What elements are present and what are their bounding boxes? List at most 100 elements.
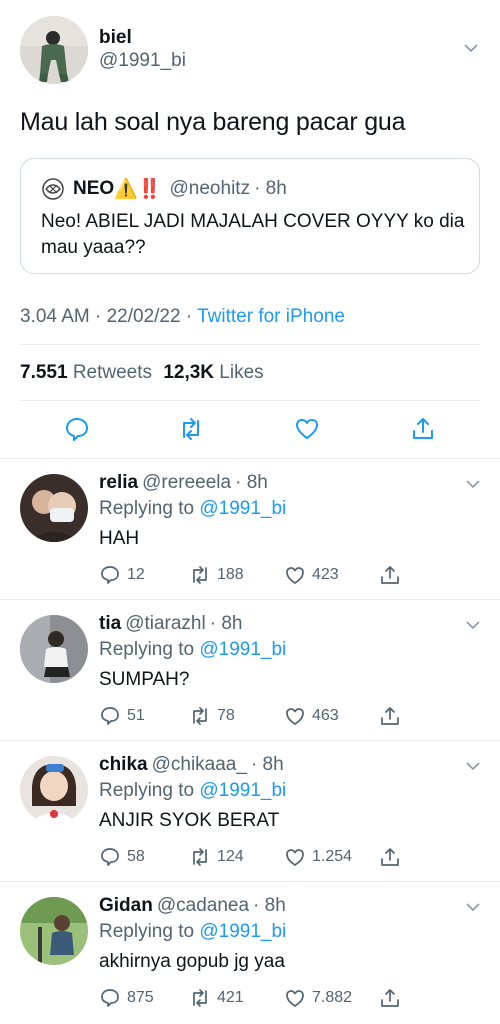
retweet-icon [193,848,207,866]
quoted-tweet[interactable]: NEO ⚠️‼️ @neohitz · 8h Neo! ABIEL JADI M… [20,158,480,274]
retweet-count: 124 [217,848,244,865]
replying-to-link[interactable]: @1991_bi [199,498,286,519]
reply-time: · 8h [235,472,268,493]
reply-time: · 8h [250,754,284,775]
likes-count[interactable]: 12,3K [163,362,214,383]
reply-icon [101,989,119,1007]
chevron-down-icon[interactable] [466,480,480,494]
share-icon [381,848,399,866]
retweet-button[interactable]: 78 [189,705,235,727]
author-handle[interactable]: @1991_bi [99,50,186,72]
retweets-label[interactable]: Retweets [73,362,152,383]
retweet-icon [193,707,207,725]
quote-avatar [41,178,65,200]
replying-label: Replying to [99,780,200,801]
like-count: 423 [312,566,339,583]
replying-to-link[interactable]: @1991_bi [199,780,286,801]
reply-tweet[interactable]: tia @tiarazhl · 8h Replying to @1991_bi SU… [0,599,500,740]
author-name[interactable]: biel [99,27,132,49]
like-icon[interactable] [294,416,320,442]
reply-author-handle[interactable]: @chikaaa_ [152,754,247,775]
reply-button[interactable]: 12 [99,564,145,586]
reply-author-name[interactable]: Gidan [99,895,153,916]
quote-author-handle: @neohitz [169,178,251,199]
share-button[interactable] [379,846,407,868]
retweets-count[interactable]: 7.551 [20,362,68,383]
like-button[interactable]: 463 [284,705,339,727]
like-button[interactable]: 423 [284,564,339,586]
retweet-count: 421 [217,989,244,1006]
retweet-count: 78 [217,707,235,724]
share-button[interactable] [379,987,407,1009]
reply-author-handle[interactable]: @rereeela [142,472,231,493]
reply-icon[interactable] [64,416,90,442]
avatar[interactable] [20,897,88,965]
like-button[interactable]: 1.254 [284,846,352,868]
quote-text: Neo! ABIEL JADI MAJALAH COVER OYYY ko di… [41,211,465,258]
share-icon[interactable] [410,416,436,442]
replying-to-link[interactable]: @1991_bi [199,921,286,942]
reply-icon [101,566,119,584]
share-button[interactable] [379,564,407,586]
reply-time: · 8h [209,613,243,634]
source-link[interactable]: Twitter for iPhone [197,306,345,327]
retweet-icon[interactable] [178,416,204,442]
reply-count: 58 [127,848,145,865]
quote-author-name: NEO [73,178,115,199]
retweet-icon [193,989,207,1007]
timestamp: 3.04 AM · 22/02/22 · [20,306,198,327]
reply-actions: 58 124 1.254 [99,846,499,870]
reply-text: ANJIR SYOK BERAT [99,810,280,831]
like-icon [286,708,304,725]
chevron-down-icon[interactable] [464,44,478,58]
replying-label: Replying to [99,639,200,660]
reply-author-name[interactable]: chika [99,754,148,775]
replying-to-link[interactable]: @1991_bi [199,639,286,660]
retweet-button[interactable]: 124 [189,846,244,868]
reply-count: 12 [127,566,145,583]
reply-time: · 8h [253,895,286,916]
reply-actions: 875 421 7.882 [99,987,499,1011]
replying-label: Replying to [99,498,200,519]
chevron-down-icon[interactable] [466,621,480,635]
reply-button[interactable]: 51 [99,705,145,727]
chevron-down-icon[interactable] [466,903,480,917]
reply-count: 51 [127,707,145,724]
likes-label[interactable]: Likes [219,362,263,383]
chevron-down-icon[interactable] [466,762,480,776]
retweet-button[interactable]: 421 [189,987,244,1009]
avatar[interactable] [20,756,88,824]
reply-author-handle[interactable]: @tiarazhl [125,613,206,634]
avatar[interactable] [20,615,88,683]
like-count: 463 [312,707,339,724]
reply-button[interactable]: 875 [99,987,154,1009]
reply-text: SUMPAH? [99,669,190,690]
reply-author-name[interactable]: tia [99,613,121,634]
like-button[interactable]: 7.882 [284,987,352,1009]
share-icon [381,566,399,584]
quote-time: · 8h [254,178,287,199]
replying-label: Replying to [99,921,200,942]
reply-actions: 12 188 423 [99,564,499,588]
reply-actions: 51 78 463 [99,705,499,729]
tweet-stats: 7.551 Retweets 12,3K Likes [20,362,264,384]
retweet-button[interactable]: 188 [189,564,244,586]
tweet-actions [0,416,500,444]
tweet-meta: 3.04 AM · 22/02/22 · Twitter for iPhone [20,306,345,328]
quote-author-emoji: ⚠️‼️ [114,179,162,200]
reply-tweet[interactable]: relia @rereeela · 8h Replying to @1991_bi … [0,458,500,599]
reply-tweet[interactable]: chika @chikaaa_ · 8h Replying to @1991_bi … [0,740,500,881]
reply-tweet[interactable]: Gidan @cadanea · 8h Replying to @1991_bi a… [0,881,500,1022]
share-button[interactable] [379,705,407,727]
like-icon [286,567,304,584]
like-count: 1.254 [312,848,353,865]
divider [20,344,480,345]
reply-author-name[interactable]: relia [99,472,138,493]
avatar[interactable] [20,16,88,84]
share-icon [381,707,399,725]
reply-author-handle[interactable]: @cadanea [157,895,249,916]
reply-count: 875 [127,989,154,1006]
reply-button[interactable]: 58 [99,846,145,868]
reply-text: akhirnya gopub jg yaa [99,951,285,972]
avatar[interactable] [20,474,88,542]
